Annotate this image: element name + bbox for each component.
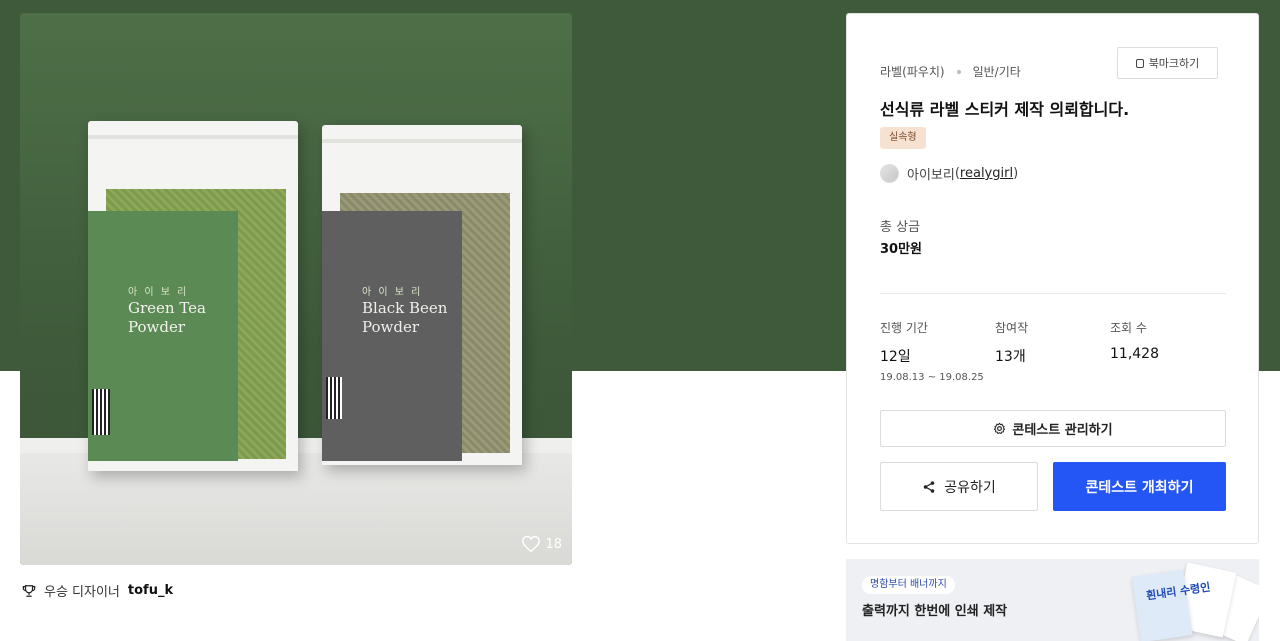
category[interactable]: 라벨(파우치) <box>880 63 945 80</box>
period-label: 진행 기간 <box>880 321 928 335</box>
manage-contest-button[interactable]: 콘테스트 관리하기 <box>880 410 1226 447</box>
winner-name[interactable]: tofu_k <box>128 583 173 598</box>
black-bean-pouch: 아 이 보 리 Black Been Powder <box>322 125 522 465</box>
heart-icon <box>522 535 541 553</box>
pouch-product-name: Black Been Powder <box>362 299 448 336</box>
stat-period: 진행 기간 12일 19.08.13 ~ 19.08.25 <box>880 319 984 383</box>
host-contest-button[interactable]: 콘테스트 개최하기 <box>1053 462 1226 511</box>
pouch-brand: 아 이 보 리 <box>128 287 189 298</box>
trophy-icon <box>22 584 36 597</box>
winner-designer: 우승 디자이너 tofu_k <box>22 581 173 600</box>
like-button[interactable]: 18 <box>521 535 562 553</box>
ad-illustration: 흰내리 수령인 <box>1124 559 1259 641</box>
barcode <box>92 389 110 435</box>
share-button[interactable]: 공유하기 <box>880 462 1038 511</box>
pouch-product-name: Green Tea Powder <box>128 299 206 336</box>
bookmark-icon <box>1135 58 1144 68</box>
category-breadcrumb: 라벨(파우치) 일반/기타 <box>880 63 1021 80</box>
separator-dot <box>956 69 961 74</box>
host-name: 아이보리 <box>907 168 955 183</box>
subcategory[interactable]: 일반/기타 <box>973 63 1021 80</box>
share-icon <box>923 480 935 493</box>
share-label: 공유하기 <box>944 479 996 496</box>
manage-label: 콘테스트 관리하기 <box>1012 423 1113 438</box>
period-dates: 19.08.13 ~ 19.08.25 <box>880 372 984 383</box>
green-tea-pouch: 아 이 보 리 Green Tea Powder <box>88 121 298 471</box>
prize-label: 총 상금 <box>880 220 921 235</box>
ad-tag: 명함부터 배너까지 <box>862 576 955 594</box>
stat-entries: 참여작 13개 <box>995 319 1028 366</box>
ad-text: 출력까지 한번에 인쇄 제작 <box>862 604 1008 619</box>
host-info: 아이보리(realygirl) <box>880 164 1018 183</box>
product-image[interactable]: 아 이 보 리 Green Tea Powder 아 이 보 리 Black B… <box>20 13 572 565</box>
host-id-link[interactable]: realygirl <box>960 166 1013 181</box>
entries-label: 참여작 <box>995 321 1029 335</box>
barcode <box>326 377 342 419</box>
contest-title: 선식류 라벨 스티커 제작 의뢰합니다. <box>880 100 1130 119</box>
prize-value: 30만원 <box>880 242 923 257</box>
avatar <box>880 164 899 183</box>
print-card <box>1131 569 1193 641</box>
entries-value: 13개 <box>995 349 1026 365</box>
stat-views: 조회 수 11,428 <box>1110 319 1159 362</box>
like-count: 18 <box>545 536 562 552</box>
ad-banner[interactable]: 명함부터 배너까지 출력까지 한번에 인쇄 제작 흰내리 수령인 <box>846 559 1259 641</box>
views-label: 조회 수 <box>1110 321 1147 335</box>
views-value: 11,428 <box>1110 346 1159 362</box>
winner-label: 우승 디자이너 <box>44 585 120 600</box>
period-value: 12일 <box>880 349 911 365</box>
pouch-zip <box>322 139 522 143</box>
gear-icon <box>994 422 1006 435</box>
plan-badge: 실속형 <box>880 127 926 149</box>
pouch-zip <box>88 135 298 139</box>
contest-info-card: 라벨(파우치) 일반/기타 북마크하기 선식류 라벨 스티커 제작 의뢰합니다.… <box>846 13 1259 544</box>
bookmark-button[interactable]: 북마크하기 <box>1117 47 1218 79</box>
divider <box>880 293 1226 294</box>
bookmark-label: 북마크하기 <box>1148 57 1200 70</box>
pouch-label: 아 이 보 리 Black Been Powder <box>322 211 462 461</box>
pouch-label: 아 이 보 리 Green Tea Powder <box>88 211 238 461</box>
pouch-brand: 아 이 보 리 <box>362 287 423 298</box>
